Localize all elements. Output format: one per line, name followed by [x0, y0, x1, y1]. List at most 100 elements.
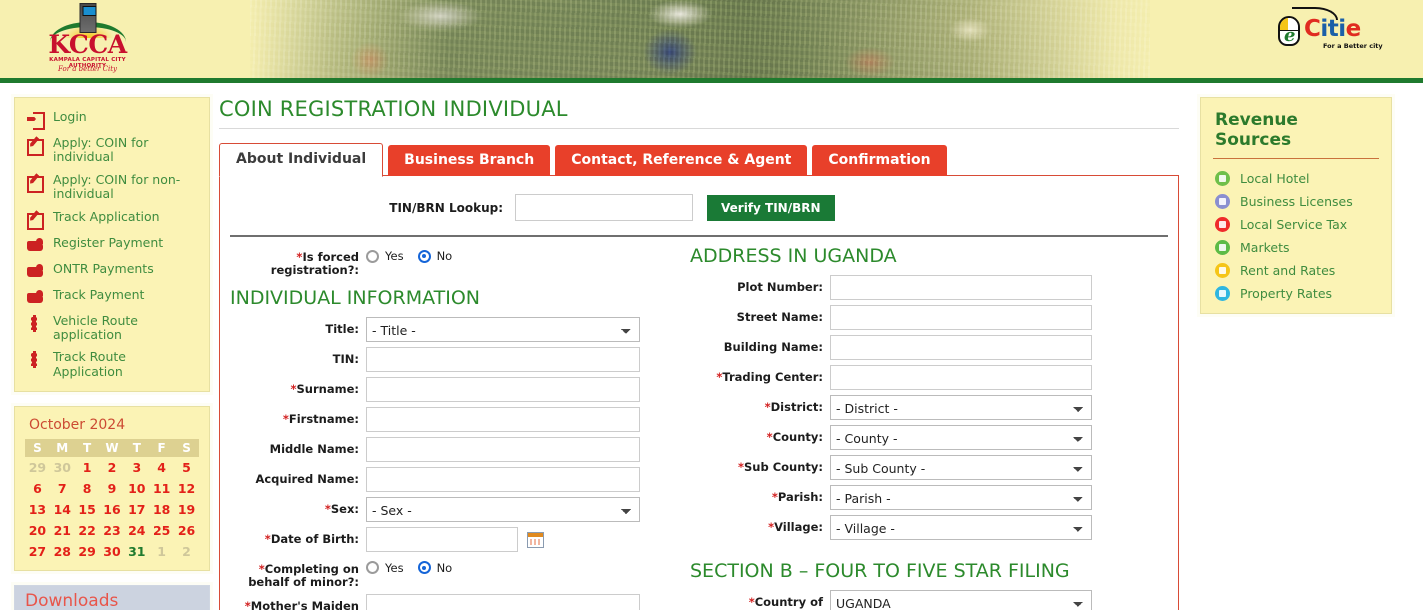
- trading-center-input[interactable]: [830, 365, 1092, 390]
- calendar-day[interactable]: 11: [149, 478, 174, 499]
- calendar-day[interactable]: 3: [124, 457, 149, 478]
- mothers-maiden-name-input[interactable]: [366, 593, 640, 610]
- calendar-day[interactable]: 23: [100, 520, 125, 541]
- sidebar-item-login[interactable]: Login: [25, 106, 199, 132]
- acquired-name-label-text: Acquired Name:: [255, 471, 359, 486]
- county-select[interactable]: - County -: [830, 425, 1092, 450]
- date-of-birth-input[interactable]: [366, 526, 518, 552]
- calendar-day[interactable]: 26: [174, 520, 199, 541]
- calendar-day[interactable]: 24: [124, 520, 149, 541]
- sidebar-item-vehicle-route-application[interactable]: Vehicle Route application: [25, 310, 199, 347]
- surname-input[interactable]: [366, 376, 640, 402]
- ecitie-tagline: For a Better city: [1323, 42, 1383, 50]
- country-of-citizenship-select[interactable]: UGANDA: [830, 590, 1092, 610]
- kcca-logo[interactable]: KCCA KAMPALA CAPITAL CITY AUTHORITY For …: [30, 2, 145, 74]
- calendar-day[interactable]: 6: [25, 478, 50, 499]
- calendar-day[interactable]: 12: [174, 478, 199, 499]
- revenue-source-rent-and-rates[interactable]: Rent and Rates: [1211, 259, 1381, 282]
- sidebar-item-apply-coin-for-individual[interactable]: Apply: COIN for individual: [25, 132, 199, 169]
- middle-name-input[interactable]: [366, 436, 640, 462]
- tab-contact-reference-agent[interactable]: Contact, Reference & Agent: [555, 145, 808, 176]
- calendar-day[interactable]: 13: [25, 499, 50, 520]
- parish-select[interactable]: - Parish -: [830, 485, 1092, 510]
- revenue-source-label: Property Rates: [1240, 286, 1333, 301]
- ecitie-logo[interactable]: e Citie For a Better city: [1278, 7, 1388, 60]
- sub-county-row: *Sub County: - Sub County -: [690, 455, 1092, 480]
- calendar-day[interactable]: 4: [149, 457, 174, 478]
- tin-input[interactable]: [366, 346, 640, 372]
- revenue-source-label: Business Licenses: [1240, 194, 1353, 209]
- calendar-day-today[interactable]: 31: [124, 541, 149, 562]
- calendar-weekday: T: [124, 439, 150, 457]
- calendar-day[interactable]: 5: [174, 457, 199, 478]
- downloads-panel[interactable]: Downloads: [14, 585, 210, 610]
- revenue-source-business-licenses[interactable]: Business Licenses: [1211, 190, 1381, 213]
- calendar-day[interactable]: 14: [50, 499, 75, 520]
- revenue-source-local-service-tax[interactable]: Local Service Tax: [1211, 213, 1381, 236]
- sidebar-item-apply-coin-for-non-individual[interactable]: Apply: COIN for non-individual: [25, 169, 199, 206]
- calendar-day[interactable]: 16: [100, 499, 125, 520]
- sub-county-select[interactable]: - Sub County -: [830, 455, 1092, 480]
- district-select[interactable]: - District -: [830, 395, 1092, 420]
- calendar-day[interactable]: 29: [75, 541, 100, 562]
- calendar-day[interactable]: 15: [75, 499, 100, 520]
- plot-number-label-text: Plot Number:: [737, 280, 823, 294]
- calendar-day[interactable]: 9: [100, 478, 125, 499]
- title-select[interactable]: - Title -: [366, 316, 640, 342]
- sidebar-item-label: Apply: COIN for individual: [53, 135, 149, 165]
- revenue-source-bullet-icon: [1215, 217, 1230, 232]
- revenue-source-property-rates[interactable]: Property Rates: [1211, 282, 1381, 305]
- minor-yes-radio[interactable]: [366, 561, 379, 575]
- forced-registration-no-radio[interactable]: [417, 249, 431, 263]
- forced-registration-yes-radio[interactable]: [366, 249, 379, 263]
- sidebar-item-ontr-payments[interactable]: ONTR Payments: [25, 258, 199, 284]
- calendar-day[interactable]: 2: [100, 457, 125, 478]
- firstname-input[interactable]: [366, 406, 640, 432]
- district-label: *District:: [690, 395, 830, 414]
- village-select[interactable]: - Village -: [830, 515, 1092, 540]
- calendar-day[interactable]: 21: [50, 520, 75, 541]
- calendar-weekday: T: [74, 439, 100, 457]
- plot-number-input[interactable]: [830, 275, 1092, 300]
- calendar-day[interactable]: 27: [25, 541, 50, 562]
- calendar-day[interactable]: 1: [149, 541, 174, 562]
- tab-about-individual[interactable]: About Individual: [219, 143, 384, 177]
- calendar-day[interactable]: 7: [50, 478, 75, 499]
- calendar-day[interactable]: 25: [149, 520, 174, 541]
- calendar-day[interactable]: 8: [75, 478, 100, 499]
- calendar-day[interactable]: 18: [149, 499, 174, 520]
- sex-select[interactable]: - Sex -: [366, 496, 640, 522]
- calendar-day[interactable]: 17: [124, 499, 149, 520]
- section-b-title: SECTION B – FOUR TO FIVE STAR FILING: [690, 560, 1070, 582]
- revenue-source-markets[interactable]: Markets: [1211, 236, 1381, 259]
- sidebar-item-track-application[interactable]: Track Application: [25, 206, 199, 232]
- tab-confirmation[interactable]: Confirmation: [812, 145, 947, 176]
- calendar-day[interactable]: 2: [174, 541, 199, 562]
- calendar-day[interactable]: 19: [174, 499, 199, 520]
- village-label: *Village:: [690, 515, 830, 534]
- county-label-text: County:: [772, 430, 823, 444]
- date-of-birth-label: *Date of Birth:: [230, 527, 366, 546]
- village-row: *Village: - Village -: [690, 515, 1092, 540]
- calendar-day[interactable]: 29: [25, 457, 50, 478]
- tab-business-branch[interactable]: Business Branch: [388, 145, 551, 176]
- sidebar-item-track-payment[interactable]: Track Payment: [25, 284, 199, 310]
- revenue-source-local-hotel[interactable]: Local Hotel: [1211, 167, 1381, 190]
- building-name-input[interactable]: [830, 335, 1092, 360]
- calendar-picker-icon[interactable]: [527, 531, 544, 548]
- acquired-name-input[interactable]: [366, 466, 640, 492]
- sidebar-item-track-route-application[interactable]: Track Route Application: [25, 346, 199, 383]
- minor-no-radio[interactable]: [417, 561, 431, 575]
- calendar-day[interactable]: 1: [75, 457, 100, 478]
- calendar-day[interactable]: 30: [100, 541, 125, 562]
- verify-tin-brn-button[interactable]: Verify TIN/BRN: [707, 194, 835, 221]
- sidebar-item-register-payment[interactable]: Register Payment: [25, 232, 199, 258]
- calendar-day[interactable]: 22: [75, 520, 100, 541]
- calendar-day[interactable]: 10: [124, 478, 149, 499]
- calendar-day[interactable]: 30: [50, 457, 75, 478]
- calendar-day[interactable]: 28: [50, 541, 75, 562]
- tin-brn-lookup-input[interactable]: [515, 194, 693, 221]
- calendar-day[interactable]: 20: [25, 520, 50, 541]
- login-icon: [27, 111, 45, 130]
- street-name-input[interactable]: [830, 305, 1092, 330]
